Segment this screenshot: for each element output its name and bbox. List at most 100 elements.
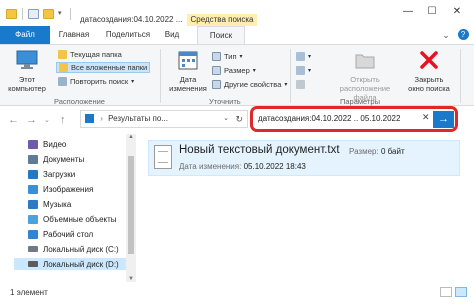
separator	[460, 49, 461, 103]
nav-item-downloads[interactable]: Загрузки	[28, 168, 75, 180]
size-button[interactable]: Размер ▾	[212, 65, 256, 76]
address-separator-icon: ›	[100, 114, 103, 123]
scroll-thumb[interactable]	[128, 156, 134, 254]
nav-item-music[interactable]: Музыка	[28, 198, 71, 210]
separator	[22, 8, 23, 20]
address-bar[interactable]: › Результаты по... ⌄ ↻	[80, 110, 248, 128]
search-again-button[interactable]: Повторить поиск ▾	[58, 76, 134, 87]
close-window-button[interactable]: ✕	[449, 6, 465, 18]
all-subfolders-label: Все вложенные папки	[71, 63, 148, 72]
up-arrow-icon[interactable]: ↑	[60, 114, 66, 126]
downloads-icon	[28, 169, 38, 179]
file-size: Размер: 0 байт	[349, 147, 405, 156]
properties-icon	[212, 80, 221, 89]
nav-item-label: Документы	[43, 154, 85, 164]
title-bar: ▾ датасоздания:04.10.2022 ... Средства п…	[0, 0, 474, 26]
all-subfolders-button[interactable]: Все вложенные папки	[56, 62, 151, 73]
recent-locations-icon[interactable]: ⌄	[44, 116, 50, 124]
save-icon	[296, 80, 305, 89]
dropdown-icon[interactable]: ▾	[58, 9, 65, 19]
size-label: Размер	[224, 66, 250, 75]
file-name: Новый текстовый документ.txt	[179, 144, 340, 156]
advanced-options-icon	[296, 66, 305, 75]
other-properties-label: Другие свойства	[224, 80, 282, 89]
nav-item-label: Рабочий стол	[43, 229, 94, 239]
address-dropdown-icon[interactable]: ⌄	[223, 111, 229, 127]
3d-objects-icon	[28, 214, 38, 224]
nav-item-label: Объемные объекты	[43, 214, 117, 224]
tab-file[interactable]: Файл	[0, 26, 50, 44]
large-icons-view-icon[interactable]	[455, 287, 467, 297]
file-date-label: Дата изменения:	[179, 162, 242, 171]
file-date-value: 05.10.2022 18:43	[243, 162, 306, 171]
computer-icon	[16, 50, 38, 69]
address-row: ← → ⌄ ↑ › Результаты по... ⌄ ↻ датасозда…	[0, 106, 474, 134]
chevron-down-icon: ▾	[308, 54, 312, 60]
search-again-icon	[58, 77, 67, 86]
help-icon[interactable]: ?	[456, 26, 470, 44]
type-button[interactable]: Тип ▾	[212, 51, 243, 62]
navigation-pane: Видео Документы Загрузки Изображения Муз…	[0, 134, 138, 282]
nav-item-drive-c[interactable]: Локальный диск (C:)	[28, 243, 119, 255]
file-size-value: 0 байт	[380, 147, 405, 156]
type-icon	[212, 52, 221, 61]
nav-item-desktop[interactable]: Рабочий стол	[28, 228, 93, 240]
file-result-item[interactable]: Новый текстовый документ.txt Дата измене…	[148, 140, 460, 176]
file-date: Дата изменения: 05.10.2022 18:43	[179, 162, 306, 171]
close-search-label: Закрыть окно поиска	[408, 75, 450, 93]
tab-home[interactable]: Главная	[54, 26, 94, 44]
current-folder-label: Текущая папка	[70, 50, 122, 59]
tab-search[interactable]: Поиск	[197, 26, 245, 44]
date-modified-button[interactable]: Дата изменения	[166, 49, 210, 93]
nav-item-label: Изображения	[43, 184, 94, 194]
nav-item-video[interactable]: Видео	[28, 138, 66, 150]
nav-item-label: Локальный диск (C:)	[43, 244, 119, 254]
calendar-icon	[178, 51, 198, 70]
maximize-button[interactable]: ☐	[424, 6, 440, 18]
tab-view[interactable]: Вид	[160, 26, 184, 44]
nav-item-label: Видео	[43, 139, 67, 149]
text-file-icon	[154, 145, 172, 169]
search-go-button[interactable]: →	[433, 111, 454, 128]
open-file-location-button[interactable]: Открыть расположение файла	[328, 49, 402, 102]
recent-searches-button[interactable]: ▾	[296, 51, 311, 62]
nav-scrollbar[interactable]: ▲ ▼	[126, 134, 136, 282]
options-group-label: Параметры	[340, 97, 380, 106]
scroll-up-icon[interactable]: ▲	[126, 134, 136, 140]
this-pc-button[interactable]: Этот компьютер	[6, 49, 48, 93]
refresh-icon[interactable]: ↻	[235, 111, 243, 127]
collapse-ribbon-icon[interactable]: ⌄	[440, 26, 452, 44]
address-path-icon	[85, 114, 94, 124]
clear-search-icon[interactable]: ✕	[422, 112, 430, 123]
chevron-down-icon: ▾	[239, 54, 243, 60]
nav-item-pictures[interactable]: Изображения	[28, 183, 93, 195]
tab-share[interactable]: Поделиться	[100, 26, 156, 44]
nav-item-drive-d[interactable]: Локальный диск (D:)	[14, 258, 126, 270]
nav-item-label: Локальный диск (D:)	[43, 259, 119, 269]
folder-open-icon	[355, 54, 375, 69]
desktop-icon	[28, 229, 38, 239]
other-properties-button[interactable]: Другие свойства ▾	[212, 79, 287, 90]
close-icon	[420, 51, 438, 69]
save-search-button[interactable]	[296, 79, 305, 90]
forward-arrow-icon[interactable]: →	[26, 114, 37, 126]
separator	[290, 49, 291, 103]
search-input[interactable]: датасоздания:04.10.2022 .. 05.10.2022	[258, 111, 432, 128]
details-view-icon[interactable]	[440, 287, 452, 297]
nav-item-3d-objects[interactable]: Объемные объекты	[28, 213, 117, 225]
minimize-button[interactable]: —	[400, 6, 416, 18]
video-icon	[28, 139, 38, 149]
back-arrow-icon[interactable]: ←	[8, 114, 19, 126]
new-folder-icon[interactable]	[43, 9, 54, 19]
properties-icon[interactable]	[28, 9, 39, 19]
nav-item-label: Загрузки	[43, 169, 76, 179]
drive-icon	[28, 246, 38, 252]
current-folder-button[interactable]: Текущая папка	[58, 49, 122, 60]
status-bar: 1 элемент	[0, 282, 474, 307]
date-modified-label: Дата изменения	[169, 75, 207, 93]
folder-icon[interactable]	[6, 9, 17, 19]
close-search-button[interactable]: Закрыть окно поиска	[404, 49, 454, 93]
advanced-options-button[interactable]: ▾	[296, 65, 311, 76]
nav-item-documents[interactable]: Документы	[28, 153, 84, 165]
file-size-label: Размер:	[349, 147, 379, 156]
